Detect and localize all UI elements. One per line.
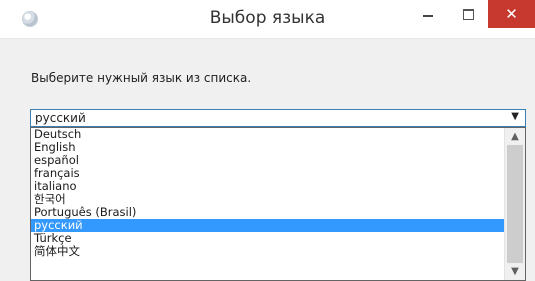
list-item-portugues[interactable]: Português (Brasil) <box>31 206 505 219</box>
close-button[interactable]: ✕ <box>488 0 535 28</box>
close-icon: ✕ <box>505 5 518 23</box>
list-scrollbar[interactable]: ▲ ▼ <box>504 128 525 280</box>
list-item-espanol[interactable]: español <box>31 154 505 167</box>
list-item-russian[interactable]: русский <box>31 219 505 232</box>
scroll-down-icon[interactable]: ▼ <box>505 263 525 280</box>
list-item-chinese-simplified[interactable]: 简体中文 <box>31 245 505 258</box>
maximize-button[interactable] <box>448 0 488 28</box>
list-item-francais[interactable]: français <box>31 167 505 180</box>
minimize-icon <box>423 15 433 17</box>
scroll-thumb[interactable] <box>507 145 523 263</box>
language-dropdown-list[interactable]: Deutsch English español français italian… <box>30 127 526 281</box>
list-item-english[interactable]: English <box>31 141 505 154</box>
list-item-deutsch[interactable]: Deutsch <box>31 128 505 141</box>
list-item-turkce[interactable]: Türkçe <box>31 232 505 245</box>
list-item-italiano[interactable]: italiano <box>31 180 505 193</box>
prompt-text: Выберите нужный язык из списка. <box>31 71 252 85</box>
maximize-icon <box>462 8 474 20</box>
language-dialog: Выбор языка ✕ Выберите нужный язык из сп… <box>0 0 535 281</box>
language-select[interactable]: русский ▼ <box>30 109 526 127</box>
scroll-up-icon[interactable]: ▲ <box>505 128 525 145</box>
title-bar[interactable]: Выбор языка ✕ <box>0 0 535 39</box>
minimize-button[interactable] <box>408 0 448 28</box>
language-items: Deutsch English español français italian… <box>31 128 505 258</box>
dialog-content: Выберите нужный язык из списка. русский … <box>0 39 535 281</box>
chevron-down-icon[interactable]: ▼ <box>511 111 519 122</box>
language-select-value: русский <box>35 111 86 125</box>
